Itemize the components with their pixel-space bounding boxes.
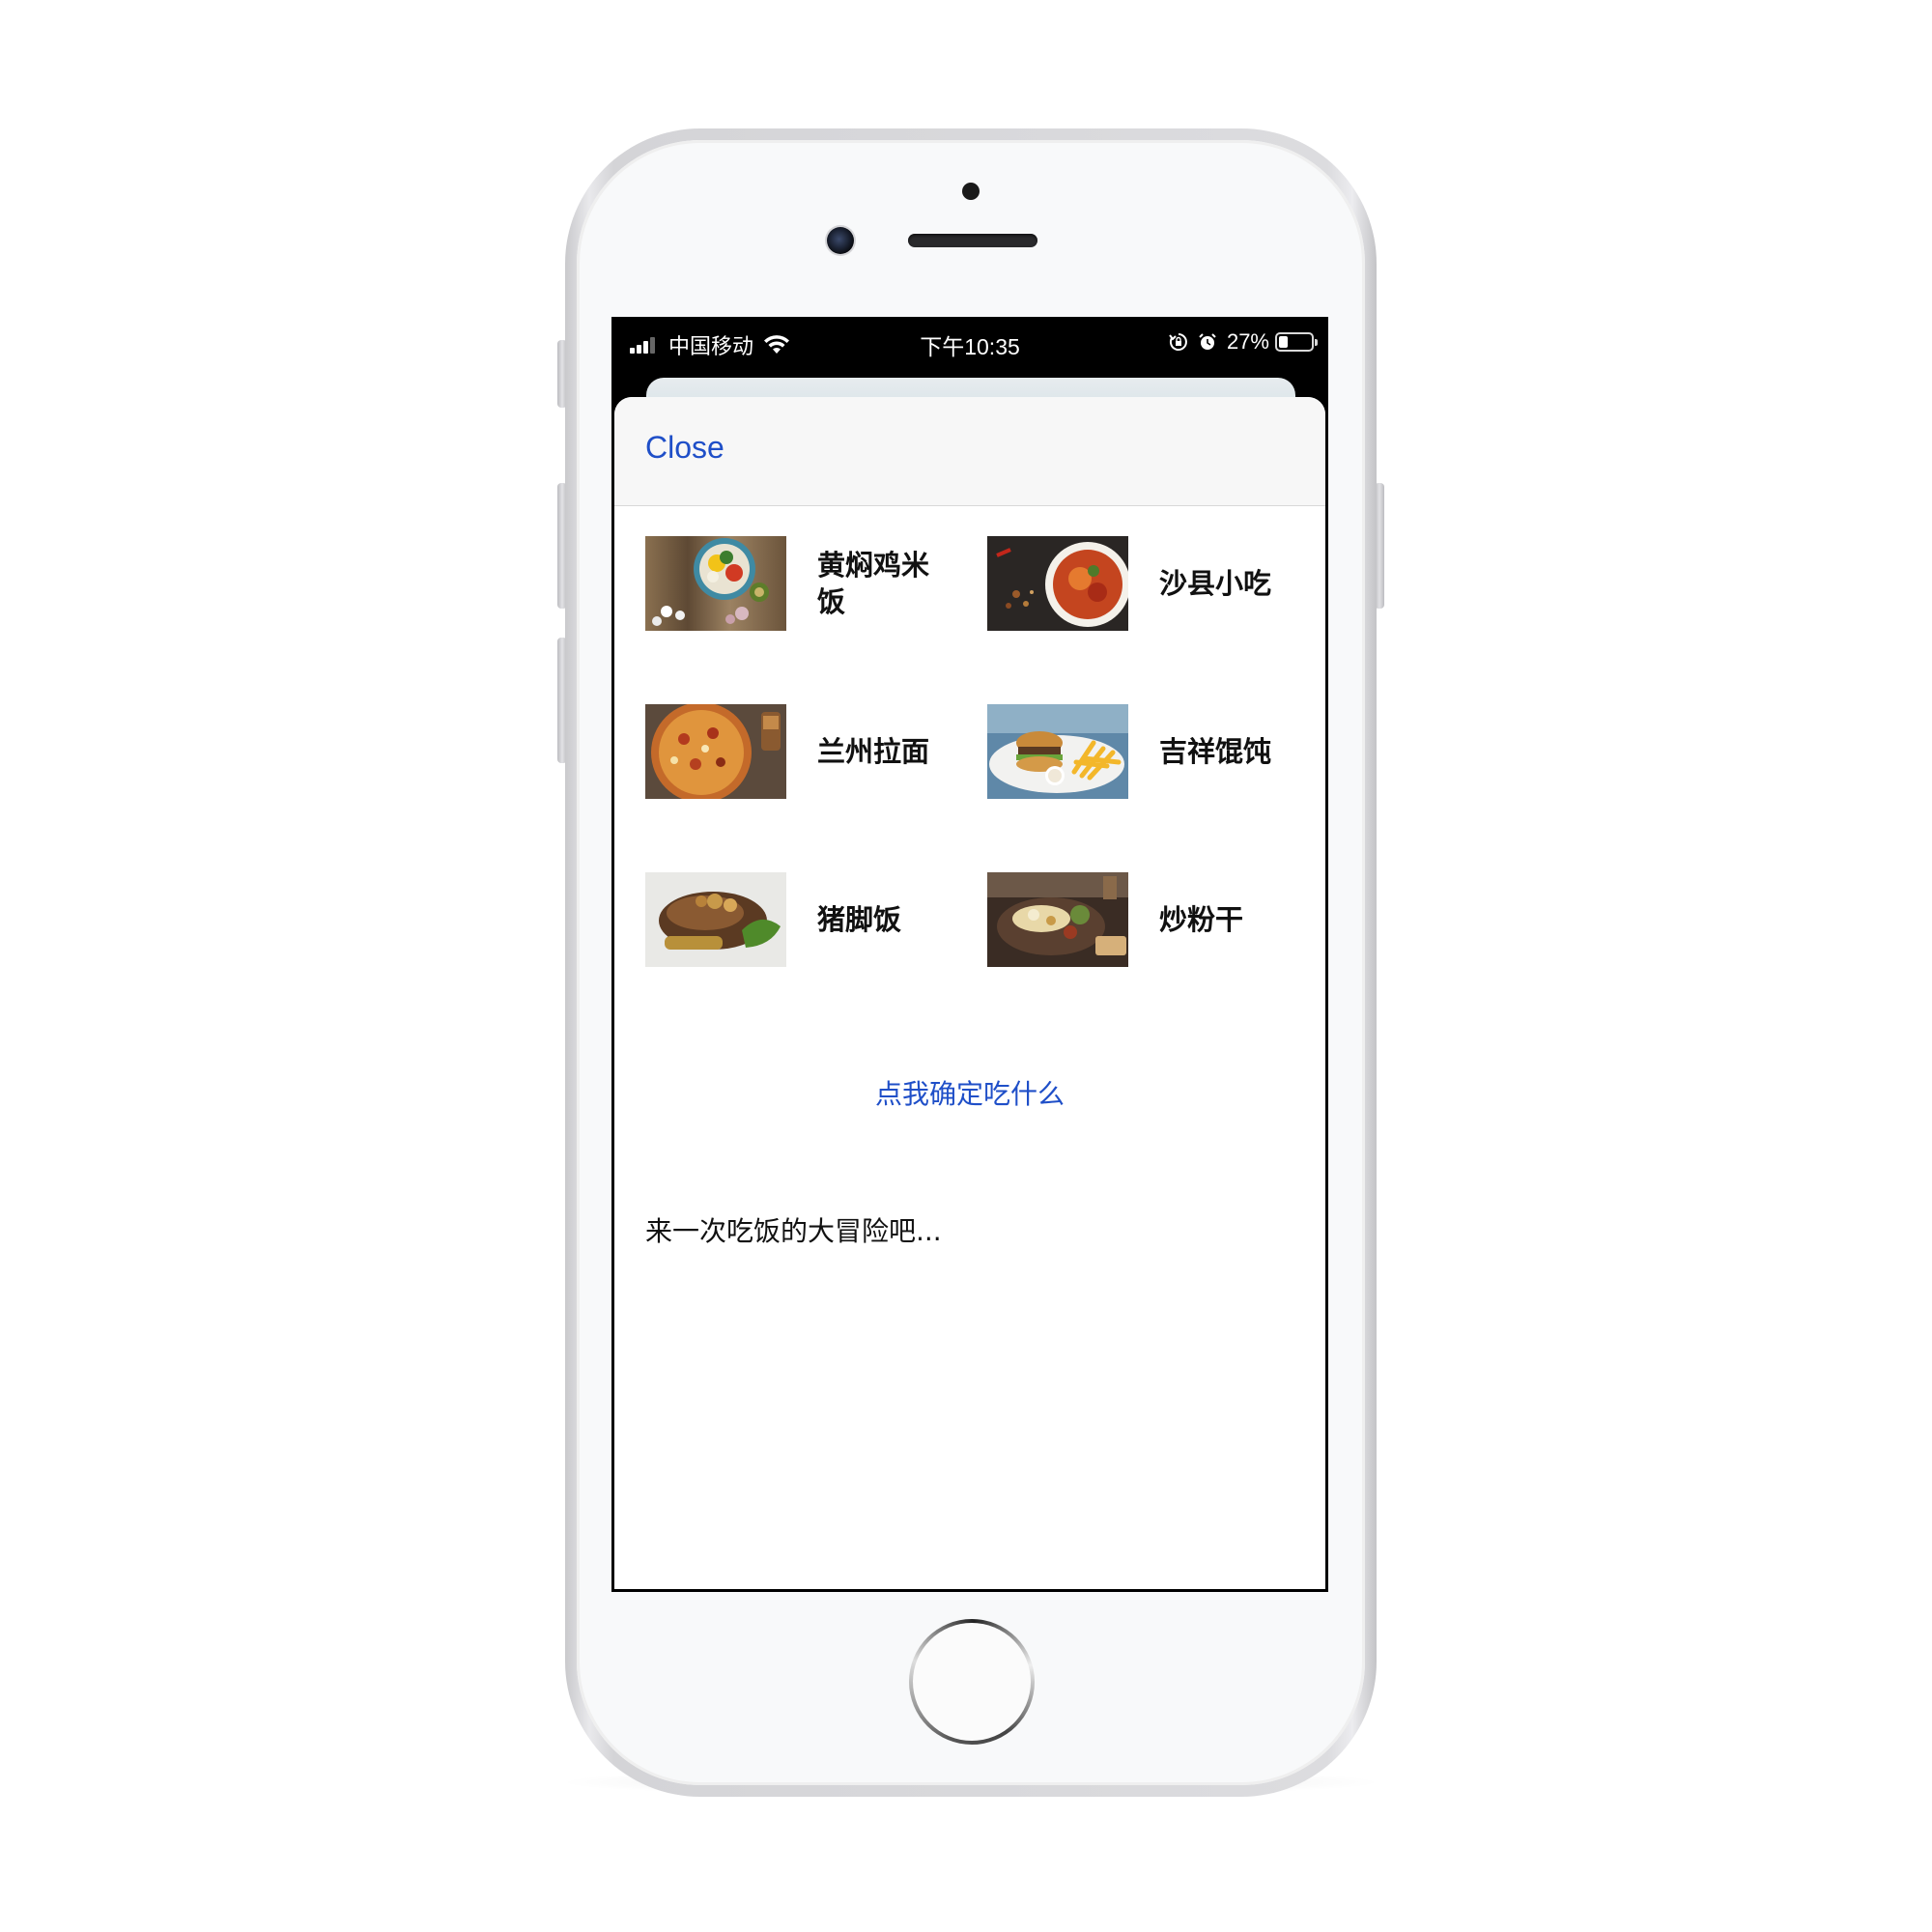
modal-sheet: Close 黄焖鸡米饭 沙县小吃 兰州拉面 吉祥馄饨 猪脚饭 炒粉干 点我确定吃… [614,397,1325,1589]
food-name: 吉祥馄饨 [1159,735,1272,768]
food-photo-pizza [645,704,786,799]
orientation-lock-icon [1169,333,1187,351]
food-name: 猪脚饭 [817,903,902,936]
stage: 中国移动 下午10:35 27% Close 黄焖鸡米饭 沙县小吃 兰州拉面 吉… [0,0,1932,1932]
decide-button[interactable]: 点我确定吃什么 [614,1073,1325,1112]
food-item[interactable]: 沙县小吃 [987,536,1306,631]
food-name: 炒粉干 [1159,903,1244,936]
battery-level-fill [1279,336,1288,348]
food-photo-burger-fries [987,704,1128,799]
result-text: 来一次吃饭的大冒险吧... [645,1215,942,1247]
home-button[interactable] [909,1619,1035,1745]
food-name: 黄焖鸡米饭 [817,549,930,618]
phone-screen: 中国移动 下午10:35 27% Close 黄焖鸡米饭 沙县小吃 兰州拉面 吉… [611,317,1328,1592]
food-photo-pork [645,872,786,967]
alarm-icon [1199,333,1216,350]
food-photo-bowl [645,536,786,631]
food-item[interactable]: 炒粉干 [987,872,1306,967]
food-item[interactable]: 猪脚饭 [645,872,964,967]
front-camera [827,227,854,254]
earpiece-speaker [908,234,1037,247]
battery-percent: 27% [1226,329,1269,354]
status-right: 27% [1169,329,1318,355]
food-photo-soup [987,536,1128,631]
close-button[interactable]: Close [645,430,724,466]
food-item[interactable]: 吉祥馄饨 [987,704,1306,799]
food-item[interactable]: 兰州拉面 [645,704,964,799]
battery-icon [1275,332,1318,352]
status-bar: 中国移动 下午10:35 27% [614,320,1325,376]
food-item[interactable]: 黄焖鸡米饭 [645,536,964,631]
proximity-sensor [962,183,980,200]
food-name: 兰州拉面 [817,735,930,768]
food-photo-platter [987,872,1128,967]
sheet-header: Close [614,397,1325,506]
food-name: 沙县小吃 [1159,567,1272,600]
